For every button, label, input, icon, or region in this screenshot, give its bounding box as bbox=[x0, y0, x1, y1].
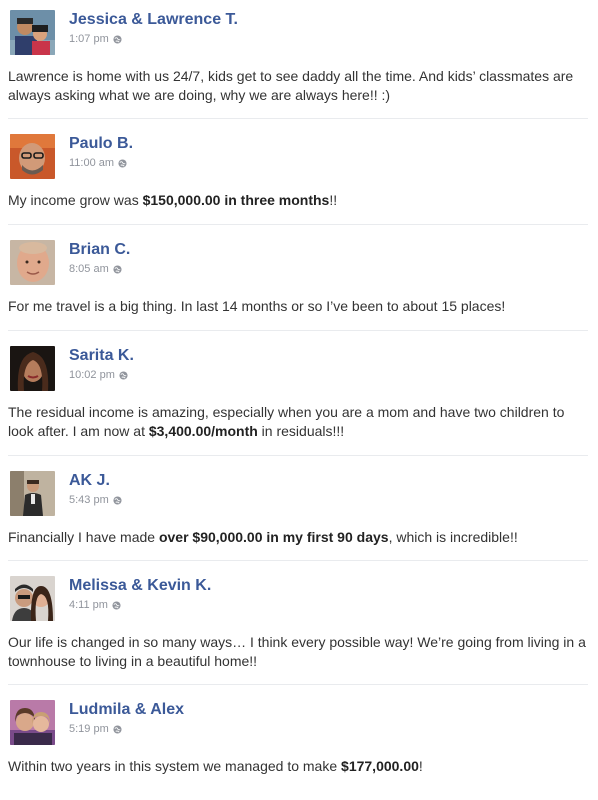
post-meta: 5:43 pm bbox=[69, 494, 122, 506]
post-text: For me travel is a big thing. In last 14… bbox=[8, 297, 588, 316]
post-text-segment: , which is incredible!! bbox=[388, 529, 518, 545]
divider bbox=[8, 455, 588, 456]
globe-icon bbox=[113, 264, 122, 274]
globe-icon bbox=[113, 34, 122, 44]
post-text-highlight: $150,000.00 in three months bbox=[142, 192, 330, 208]
author-name[interactable]: Sarita K. bbox=[69, 347, 134, 365]
avatar[interactable] bbox=[10, 240, 55, 285]
globe-icon bbox=[119, 370, 128, 380]
divider bbox=[8, 684, 588, 685]
globe-icon bbox=[113, 724, 122, 734]
avatar[interactable] bbox=[10, 576, 55, 621]
post-text-segment: Within two years in this system we manag… bbox=[8, 758, 342, 774]
post-card: Ludmila & Alex 5:19 pm Within two years … bbox=[8, 700, 588, 774]
globe-icon bbox=[112, 600, 121, 610]
post-card: AK J. 5:43 pm Financially I have made ov… bbox=[8, 471, 588, 545]
post-time[interactable]: 10:02 pm bbox=[69, 369, 115, 381]
post-text-segment: My income grow was bbox=[8, 192, 143, 208]
post-time[interactable]: 5:43 pm bbox=[69, 494, 109, 506]
post-time[interactable]: 5:19 pm bbox=[69, 723, 109, 735]
post-card: Sarita K. 10:02 pm The residual income i… bbox=[8, 346, 588, 439]
post-text-highlight: $3,400.00/month bbox=[148, 423, 258, 439]
post-text: My income grow was $150,000.00 in three … bbox=[8, 191, 588, 210]
post-text: Within two years in this system we manag… bbox=[8, 757, 588, 776]
post-card: Brian C. 8:05 am For me travel is a big … bbox=[8, 240, 588, 314]
post-text-segment: Our life is changed in so many ways… I t… bbox=[8, 634, 586, 669]
post-text-highlight: over $90,000.00 in my first 90 days bbox=[158, 529, 389, 545]
post-card: Melissa & Kevin K. 4:11 pm Our life is c… bbox=[8, 576, 588, 669]
post-time[interactable]: 8:05 am bbox=[69, 263, 109, 275]
post-text: Lawrence is home with us 24/7, kids get … bbox=[8, 67, 588, 105]
post-text-segment: Financially I have made bbox=[8, 529, 159, 545]
post-meta: 1:07 pm bbox=[69, 33, 122, 45]
post-text: The residual income is amazing, especial… bbox=[8, 403, 588, 441]
divider bbox=[8, 560, 588, 561]
post-text-segment: For me travel is a big thing. In last 14… bbox=[8, 298, 506, 314]
author-name[interactable]: Melissa & Kevin K. bbox=[69, 577, 211, 595]
author-name[interactable]: Jessica & Lawrence T. bbox=[69, 11, 238, 29]
post-meta: 4:11 pm bbox=[69, 599, 121, 611]
post-meta: 5:19 pm bbox=[69, 723, 122, 735]
post-text: Financially I have made over $90,000.00 … bbox=[8, 528, 588, 547]
post-text-segment: in residuals!!! bbox=[257, 423, 345, 439]
post-time[interactable]: 11:00 am bbox=[69, 157, 114, 169]
divider bbox=[8, 224, 588, 225]
author-name[interactable]: Ludmila & Alex bbox=[69, 701, 184, 719]
post-meta: 11:00 am bbox=[69, 157, 127, 169]
avatar[interactable] bbox=[10, 134, 55, 179]
post-time[interactable]: 1:07 pm bbox=[69, 33, 109, 45]
post-card: Paulo B. 11:00 am My income grow was $15… bbox=[8, 134, 588, 208]
author-name[interactable]: Brian C. bbox=[69, 241, 130, 259]
post-time[interactable]: 4:11 pm bbox=[69, 599, 108, 611]
testimonial-feed: Jessica & Lawrence T. 1:07 pm Lawrence i… bbox=[0, 0, 598, 800]
post-text-segment: !! bbox=[329, 192, 338, 208]
globe-icon bbox=[118, 158, 127, 168]
post-meta: 10:02 pm bbox=[69, 369, 128, 381]
post-text-highlight: $177,000.00 bbox=[341, 758, 419, 774]
author-name[interactable]: Paulo B. bbox=[69, 135, 133, 153]
avatar[interactable] bbox=[10, 346, 55, 391]
divider bbox=[8, 330, 588, 331]
avatar[interactable] bbox=[10, 700, 55, 745]
avatar[interactable] bbox=[10, 10, 55, 55]
post-text-segment: ! bbox=[418, 758, 423, 774]
divider bbox=[8, 118, 588, 119]
post-text-segment: Lawrence is home with us 24/7, kids get … bbox=[8, 68, 574, 103]
globe-icon bbox=[113, 495, 122, 505]
author-name[interactable]: AK J. bbox=[69, 472, 110, 490]
post-text: Our life is changed in so many ways… I t… bbox=[8, 633, 588, 671]
avatar[interactable] bbox=[10, 471, 55, 516]
post-card: Jessica & Lawrence T. 1:07 pm Lawrence i… bbox=[8, 10, 588, 103]
post-meta: 8:05 am bbox=[69, 263, 122, 275]
